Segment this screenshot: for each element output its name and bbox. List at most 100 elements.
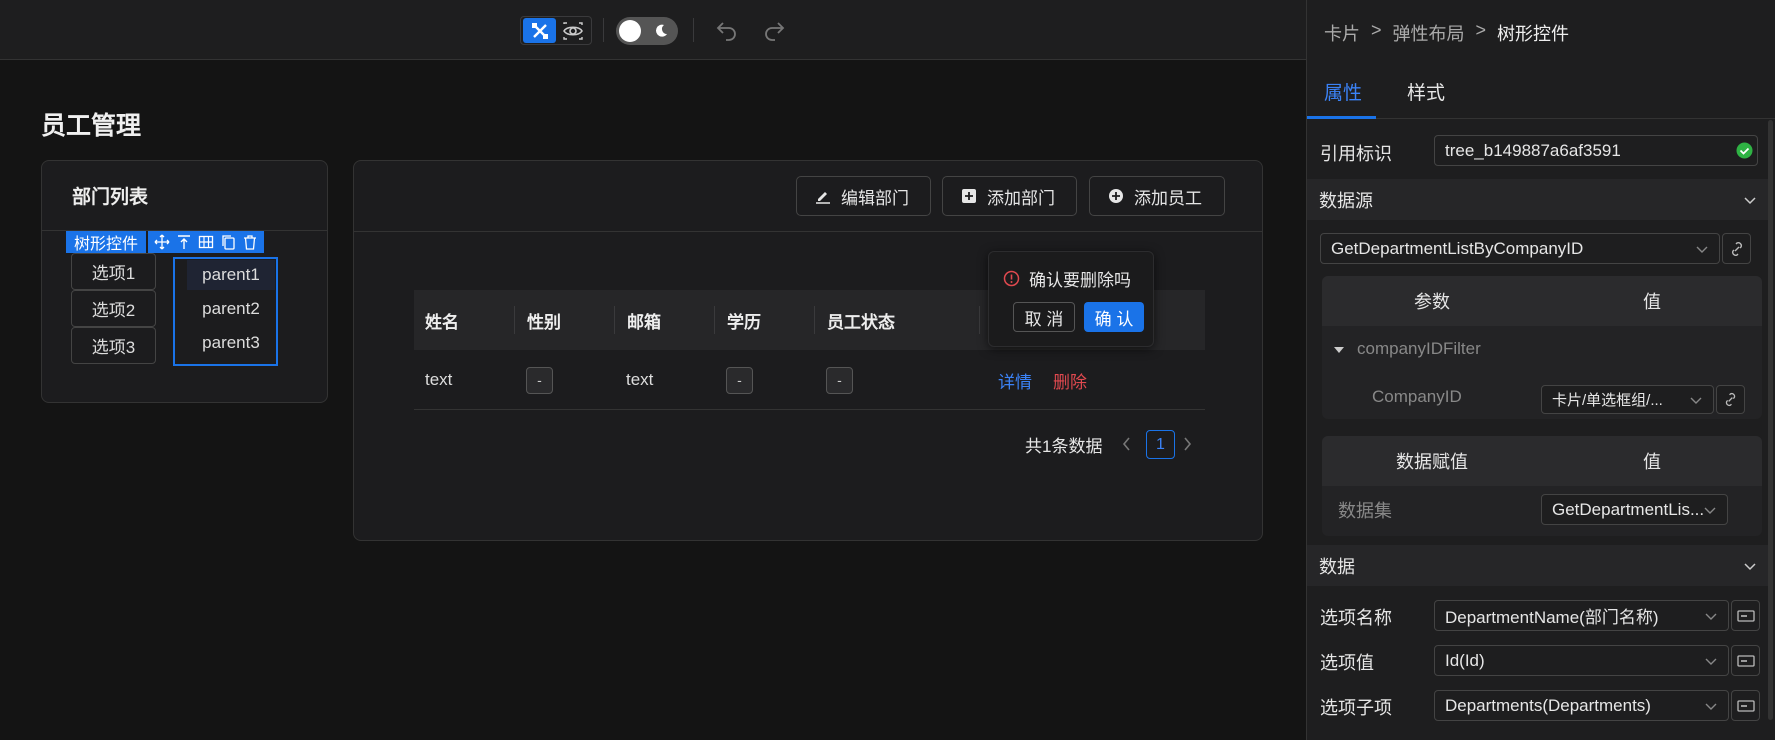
- datasource-select[interactable]: GetDepartmentListByCompanyID: [1320, 233, 1720, 264]
- assign-column-header: 数据赋值: [1396, 452, 1468, 472]
- datasource-link-button[interactable]: [1722, 233, 1751, 264]
- design-mode-button[interactable]: [523, 18, 556, 43]
- design-tools-icon: [531, 22, 548, 39]
- add-department-button[interactable]: 添加部门: [942, 176, 1077, 216]
- chevron-right-icon[interactable]: [1180, 433, 1194, 455]
- cell-email: text: [626, 370, 654, 389]
- selected-component-name[interactable]: 树形控件: [66, 231, 147, 253]
- params-table-header: 参数 值: [1322, 276, 1762, 326]
- pagination-page[interactable]: 1: [1146, 430, 1175, 459]
- tree-node[interactable]: parent2: [187, 294, 275, 324]
- detail-link[interactable]: 详情: [998, 350, 1032, 410]
- caret-down-icon[interactable]: [1333, 344, 1345, 356]
- column-divider: [979, 306, 980, 334]
- option-item[interactable]: 选项1: [71, 253, 156, 290]
- delete-link[interactable]: 删除: [1053, 350, 1087, 410]
- warning-circle-icon: [1003, 270, 1020, 287]
- cell-status: -: [826, 366, 853, 394]
- page-title: 员工管理: [41, 112, 142, 140]
- breadcrumb-separator: >: [1371, 20, 1382, 40]
- edit-department-button[interactable]: 编辑部门: [796, 176, 931, 216]
- tree-control[interactable]: parent1 parent2 parent3: [173, 257, 278, 366]
- chevron-down-icon: [1744, 563, 1756, 571]
- undo-icon[interactable]: [715, 18, 739, 42]
- option-name-binding-button[interactable]: [1731, 600, 1760, 631]
- option-children-binding-button[interactable]: [1731, 690, 1760, 721]
- cell-education: -: [726, 366, 753, 394]
- table-row: text - text - - 详情 删除: [414, 350, 1205, 410]
- delete-icon[interactable]: [242, 234, 258, 250]
- tree-node[interactable]: parent1: [187, 260, 275, 290]
- datasource-title: 数据源: [1319, 190, 1373, 211]
- assign-value-column-header: 值: [1643, 452, 1661, 472]
- popconfirm-ok-button[interactable]: 确 认: [1084, 302, 1144, 332]
- data-section-header[interactable]: 数据: [1307, 545, 1769, 586]
- preview-eye-icon: [562, 21, 583, 40]
- dataset-select[interactable]: GetDepartmentLis...: [1541, 494, 1728, 525]
- chevron-down-icon: [1744, 197, 1756, 205]
- redo-icon[interactable]: [762, 18, 786, 42]
- option-value-binding-button[interactable]: [1731, 645, 1760, 676]
- toggle-knob: [619, 20, 641, 42]
- option-name-select[interactable]: DepartmentName(部门名称): [1434, 600, 1729, 631]
- breadcrumb: 卡片 > 弹性布局 > 树形控件: [1324, 20, 1569, 46]
- popconfirm-message-row: 确认要删除吗: [1003, 266, 1131, 291]
- selected-component-label: 树形控件: [66, 231, 265, 253]
- chevron-down-icon: [1705, 703, 1717, 710]
- add-department-label: 添加部门: [987, 188, 1055, 208]
- copy-icon[interactable]: [220, 234, 236, 250]
- component-toolbar: [148, 231, 265, 253]
- option-value-value: Id(Id): [1445, 650, 1485, 670]
- breadcrumb-item[interactable]: 弹性布局: [1393, 20, 1465, 46]
- column-divider: [814, 306, 815, 334]
- param-name: CompanyID: [1372, 387, 1462, 406]
- grid-icon[interactable]: [198, 234, 214, 250]
- breadcrumb-separator: >: [1475, 20, 1487, 40]
- chevron-left-icon[interactable]: [1120, 433, 1134, 455]
- active-tab-indicator: [1307, 116, 1376, 119]
- option-children-select[interactable]: Departments(Departments): [1434, 690, 1729, 721]
- move-icon[interactable]: [154, 234, 170, 250]
- param-link-button[interactable]: [1716, 385, 1745, 414]
- add-employee-button[interactable]: 添加员工: [1089, 176, 1225, 216]
- value-column-header: 值: [1643, 292, 1661, 312]
- breadcrumb-item[interactable]: 卡片: [1324, 20, 1360, 46]
- pagination-total: 共1条数据: [1025, 437, 1103, 456]
- params-table: 参数 值 companyIDFilter CompanyID 卡片/单选框组/.…: [1322, 276, 1762, 419]
- param-value-select[interactable]: 卡片/单选框组/...: [1541, 385, 1714, 414]
- ref-input[interactable]: tree_b149887a6af3591: [1434, 135, 1758, 166]
- datasource-section-header[interactable]: 数据源: [1307, 179, 1769, 220]
- mode-switch: [520, 16, 592, 45]
- toolbar-divider: [603, 18, 604, 42]
- option-name-label: 选项名称: [1320, 608, 1392, 628]
- select-parent-icon[interactable]: [176, 234, 192, 250]
- column-divider: [714, 306, 715, 334]
- preview-mode-button[interactable]: [556, 18, 589, 43]
- department-card-title: 部门列表: [42, 161, 327, 231]
- ref-label: 引用标识: [1320, 144, 1392, 164]
- chevron-down-icon: [1704, 507, 1716, 514]
- cell-gender: -: [526, 366, 553, 394]
- chevron-down-icon: [1705, 613, 1717, 620]
- option-value-select[interactable]: Id(Id): [1434, 645, 1729, 676]
- panel-scrollbar[interactable]: [1768, 120, 1773, 720]
- edit-icon: [816, 192, 830, 204]
- param-column-header: 参数: [1414, 292, 1450, 312]
- option-children-value: Departments(Departments): [1445, 695, 1651, 715]
- tree-node[interactable]: parent3: [187, 328, 275, 358]
- tab-properties[interactable]: 属性: [1324, 78, 1362, 105]
- option-item[interactable]: 选项2: [71, 290, 156, 327]
- column-header: 学历: [727, 312, 761, 332]
- dataset-label: 数据集: [1338, 501, 1392, 521]
- top-toolbar: [0, 0, 1306, 60]
- breadcrumb-current: 树形控件: [1497, 24, 1570, 44]
- toolbar-divider: [693, 18, 694, 42]
- dataset-value: GetDepartmentLis...: [1552, 499, 1705, 519]
- tab-style[interactable]: 样式: [1407, 78, 1445, 105]
- link-icon: [1725, 392, 1736, 407]
- param-value: 卡片/单选框组/...: [1552, 392, 1663, 409]
- theme-toggle[interactable]: [616, 17, 678, 45]
- popconfirm-cancel-button[interactable]: 取 消: [1013, 302, 1075, 332]
- chevron-down-icon: [1690, 397, 1702, 404]
- option-item[interactable]: 选项3: [71, 327, 156, 364]
